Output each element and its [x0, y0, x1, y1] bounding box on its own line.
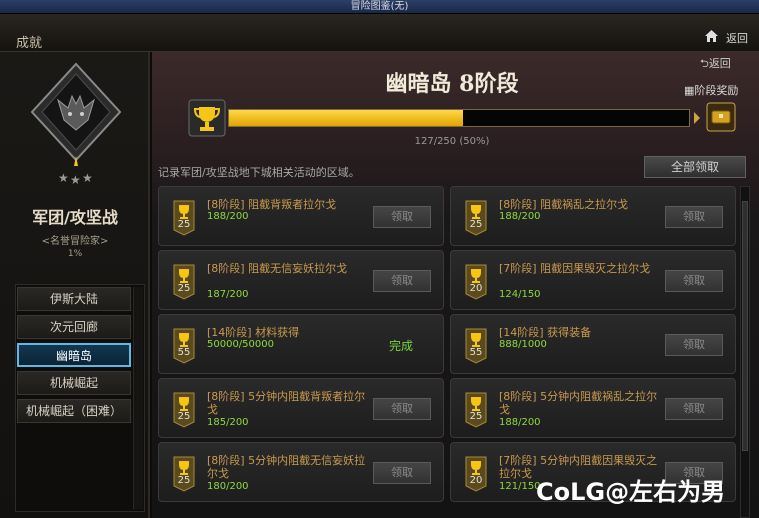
back-arrow-icon: ⮌	[700, 57, 709, 70]
achievement-points: 55	[177, 347, 191, 358]
trophy-medal-icon	[173, 200, 195, 236]
stage-reward-link[interactable]: ▦阶段奖励	[684, 82, 738, 98]
achievement-card: 25 [8阶段] 阻截祸乱之拉尔戈 188/200 领取	[450, 186, 736, 246]
achievement-progress: 121/150	[499, 481, 541, 492]
achievement-card: 55 [14阶段] 获得装备 888/1000 领取	[450, 314, 736, 374]
achievement-title: [7阶段] 阻截因果毁灭之拉尔戈	[499, 262, 651, 275]
trophy-medal-icon	[465, 264, 487, 300]
stage-progress-fill	[229, 110, 463, 126]
achievement-points: 20	[469, 475, 483, 486]
home-icon[interactable]	[705, 30, 718, 42]
achievement-card: 25 [8阶段] 5分钟内阻截背叛者拉尔戈 185/200 领取	[158, 378, 444, 438]
achievement-points: 25	[469, 219, 483, 230]
achievement-title: [14阶段] 获得装备	[499, 326, 592, 339]
achievement-title: [8阶段] 5分钟内阻截无信妄妖拉尔戈	[207, 454, 366, 480]
claim-all-button[interactable]: 全部领取	[644, 156, 746, 178]
achievement-points: 25	[177, 283, 191, 294]
achievement-title: [8阶段] 阻截背叛者拉尔戈	[207, 198, 337, 211]
scrollbar-thumb[interactable]	[742, 201, 748, 451]
window-title: 冒险图鉴(无)	[0, 0, 759, 14]
claim-button[interactable]: 领取	[373, 462, 431, 484]
svg-text:★: ★	[70, 173, 81, 187]
achievement-grid: 25 [8阶段] 阻截背叛者拉尔戈 188/200 领取 25 [8阶段] 阻截祸乱之拉尔…	[158, 186, 736, 518]
stage-progress-bar	[228, 109, 690, 127]
trophy-medal-icon	[173, 264, 195, 300]
left-panel: ★ ★ ★ 军团/攻坚战 <名誉冒险家> 1% 伊斯大陆 次元回廊 幽暗岛 机械…	[0, 52, 150, 518]
trophy-medal-icon	[465, 328, 487, 364]
trophy-medal-icon	[173, 392, 195, 428]
achievement-card: 25 [8阶段] 5分钟内阻截祸乱之拉尔戈 188/200 领取	[450, 378, 736, 438]
svg-text:★: ★	[82, 171, 93, 185]
grid-icon: ▦	[684, 84, 695, 97]
rank-label: <名誉冒险家>	[41, 236, 109, 247]
achievement-title: [8阶段] 阻截祸乱之拉尔戈	[499, 198, 629, 211]
dungeon-nav-list: 伊斯大陆 次元回廊 幽暗岛 机械崛起 机械崛起（困难）	[15, 284, 145, 512]
trophy-medal-icon	[465, 200, 487, 236]
nav-item-isle[interactable]: 伊斯大陆	[17, 287, 131, 311]
stage-description: 记录军团/攻坚战地下城相关活动的区域。	[158, 166, 360, 179]
nav-item-mech-rise[interactable]: 机械崛起	[17, 371, 131, 395]
achievement-title: [8阶段] 5分钟内阻截背叛者拉尔戈	[207, 390, 366, 416]
stage-progress-text: 127/250 (50%)	[414, 136, 490, 147]
trophy-medal-icon	[465, 456, 487, 492]
achievement-progress: 187/200	[207, 289, 249, 300]
nav-scrollbar[interactable]	[133, 287, 143, 509]
trophy-medal-icon	[173, 328, 195, 364]
achievement-card: 25 [8阶段] 5分钟内阻截无信妄妖拉尔戈 180/200 领取	[158, 442, 444, 502]
section-title: 成就	[16, 36, 43, 51]
svg-text:★: ★	[58, 171, 69, 185]
claim-button[interactable]: 领取	[665, 270, 723, 292]
category-title: 军团/攻坚战	[32, 208, 118, 227]
trophy-medal-icon	[173, 456, 195, 492]
nav-item-mech-rise-hard[interactable]: 机械崛起（困难）	[17, 399, 131, 423]
header-bar: 成就 返回	[0, 14, 759, 52]
claim-button[interactable]: 领取	[373, 270, 431, 292]
achievement-points: 25	[177, 411, 191, 422]
achievement-progress: 180/200	[207, 481, 249, 492]
achievement-title: [14阶段] 材料获得	[207, 326, 300, 339]
achievement-progress: 188/200	[499, 211, 541, 222]
achievement-progress: 188/200	[207, 211, 249, 222]
achievement-scrollbar[interactable]	[740, 186, 750, 518]
achievement-points: 55	[469, 347, 483, 358]
stage-title: 幽暗岛 8阶段	[385, 71, 519, 97]
achievement-progress: 888/1000	[499, 339, 547, 350]
trophy-icon	[188, 99, 226, 137]
stage-reward-label: 阶段奖励	[694, 84, 739, 97]
main-panel: 幽暗岛 8阶段 ⮌返回 ▦阶段奖励 127/250 (50%) 记录军团/攻坚战…	[152, 52, 759, 518]
claim-button[interactable]: 领取	[373, 206, 431, 228]
achievement-points: 25	[177, 475, 191, 486]
achievement-card: 25 [8阶段] 阻截无信妄妖拉尔戈 187/200 领取	[158, 250, 444, 310]
achievement-card: 25 [8阶段] 阻截背叛者拉尔戈 188/200 领取	[158, 186, 444, 246]
achievement-title: [8阶段] 5分钟内阻截祸乱之拉尔戈	[499, 390, 658, 416]
achievement-progress: 50000/50000	[207, 339, 274, 350]
achievement-points: 20	[469, 283, 483, 294]
claim-button[interactable]: 领取	[665, 334, 723, 356]
claim-button[interactable]: 领取	[373, 398, 431, 420]
back-button-label: 返回	[708, 57, 731, 70]
back-link-top[interactable]: 返回	[726, 30, 748, 46]
back-button[interactable]: ⮌返回	[700, 55, 731, 74]
nav-item-dark-island[interactable]: 幽暗岛	[17, 343, 131, 367]
watermark-logo: CoLG@左右为男	[536, 478, 726, 506]
category-percent: 1%	[67, 249, 83, 259]
achievement-progress: 124/150	[499, 289, 541, 300]
progress-arrow-icon	[694, 112, 700, 124]
complete-label: 完成	[389, 339, 414, 353]
achievement-progress: 185/200	[207, 417, 249, 428]
nav-item-dimension-corridor[interactable]: 次元回廊	[17, 315, 131, 339]
reward-chest-icon[interactable]	[706, 102, 736, 132]
achievement-card: 20 [7阶段] 阻截因果毁灭之拉尔戈 124/150 领取	[450, 250, 736, 310]
achievement-points: 25	[177, 219, 191, 230]
achievement-points: 25	[469, 411, 483, 422]
achievement-title: [8阶段] 阻截无信妄妖拉尔戈	[207, 262, 348, 275]
claim-button[interactable]: 领取	[665, 398, 723, 420]
achievement-card: 55 [14阶段] 材料获得 50000/50000 完成	[158, 314, 444, 374]
claim-button[interactable]: 领取	[665, 206, 723, 228]
trophy-medal-icon	[465, 392, 487, 428]
achievement-progress: 188/200	[499, 417, 541, 428]
